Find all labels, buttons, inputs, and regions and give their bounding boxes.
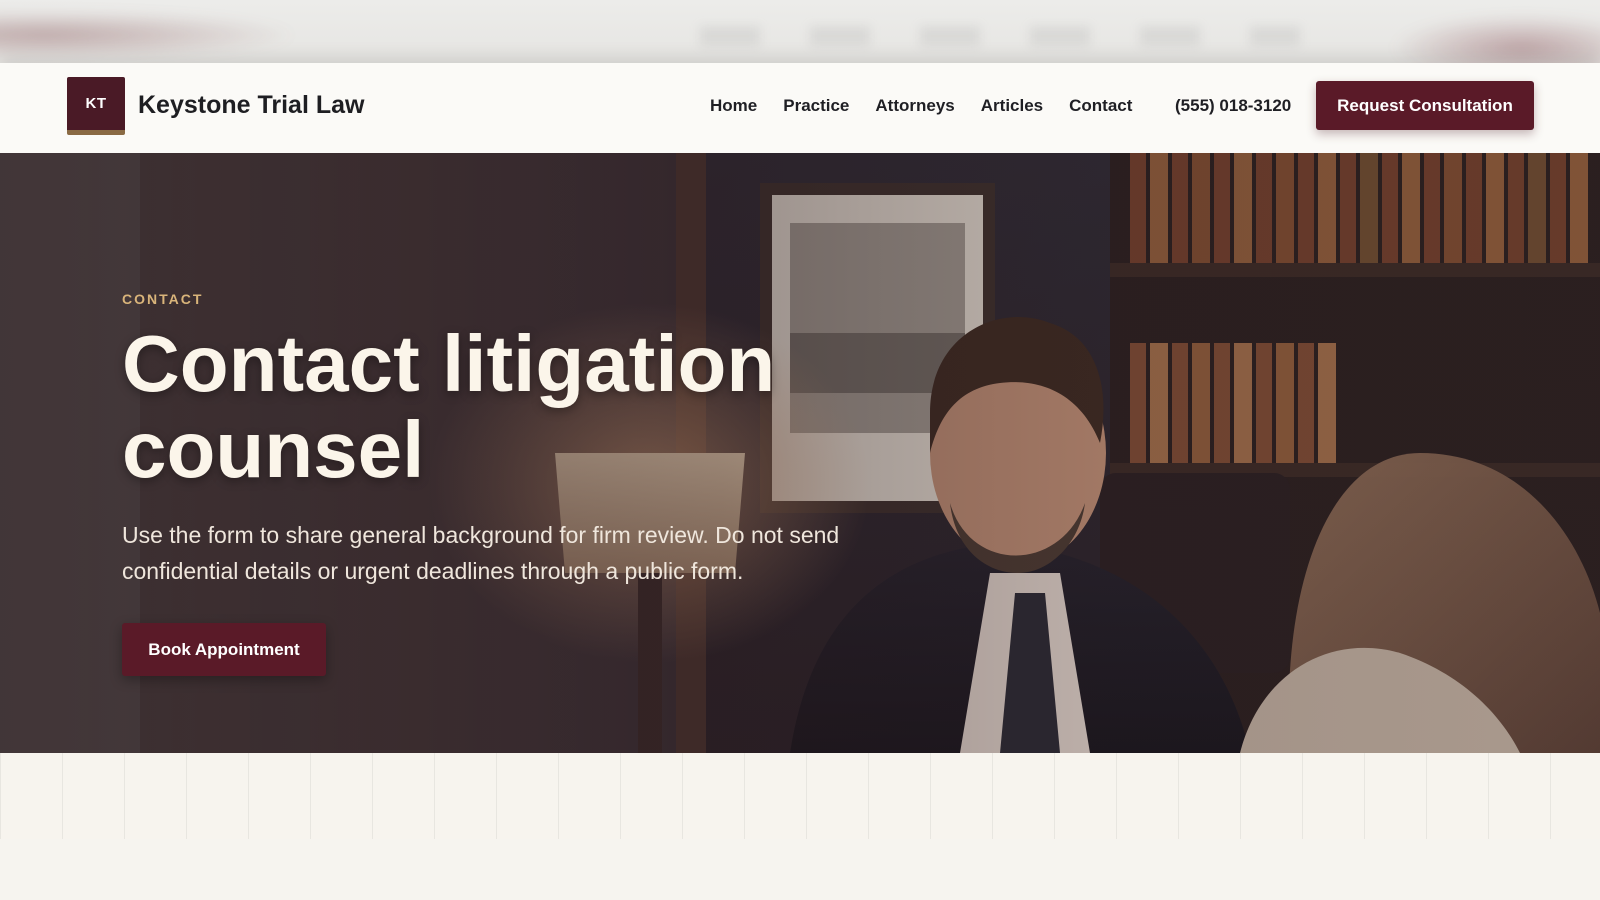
logo-mark[interactable]: KT [67, 77, 125, 135]
blur-shape-right [1390, 14, 1600, 64]
page-title: Contact litigation counsel [122, 319, 776, 494]
request-consultation-button[interactable]: Request Consultation [1316, 81, 1534, 130]
logo-initials: KT [85, 95, 107, 112]
grid-pattern-band [0, 753, 1600, 839]
hero-section: CONTACT Contact litigation counsel Use t… [0, 153, 1600, 753]
page-background [0, 839, 1600, 900]
main-nav: Home Practice Attorneys Articles Contact [710, 96, 1132, 116]
blur-shape-mid [700, 26, 1300, 46]
eyebrow-label: CONTACT [122, 291, 204, 307]
nav-item-attorneys[interactable]: Attorneys [875, 96, 954, 116]
hero-description: Use the form to share general background… [122, 522, 840, 584]
nav-item-practice[interactable]: Practice [783, 96, 849, 116]
brand-name[interactable]: Keystone Trial Law [138, 91, 364, 120]
site-header: KT Keystone Trial Law Home Practice Atto… [0, 63, 1600, 153]
book-appointment-button[interactable]: Book Appointment [122, 623, 326, 676]
blur-shape-left [0, 10, 300, 60]
nav-item-contact[interactable]: Contact [1069, 96, 1132, 116]
nav-item-home[interactable]: Home [710, 96, 757, 116]
nav-item-articles[interactable]: Articles [981, 96, 1043, 116]
phone-number[interactable]: (555) 018-3120 [1175, 96, 1291, 116]
blurred-background-strip [0, 0, 1600, 64]
